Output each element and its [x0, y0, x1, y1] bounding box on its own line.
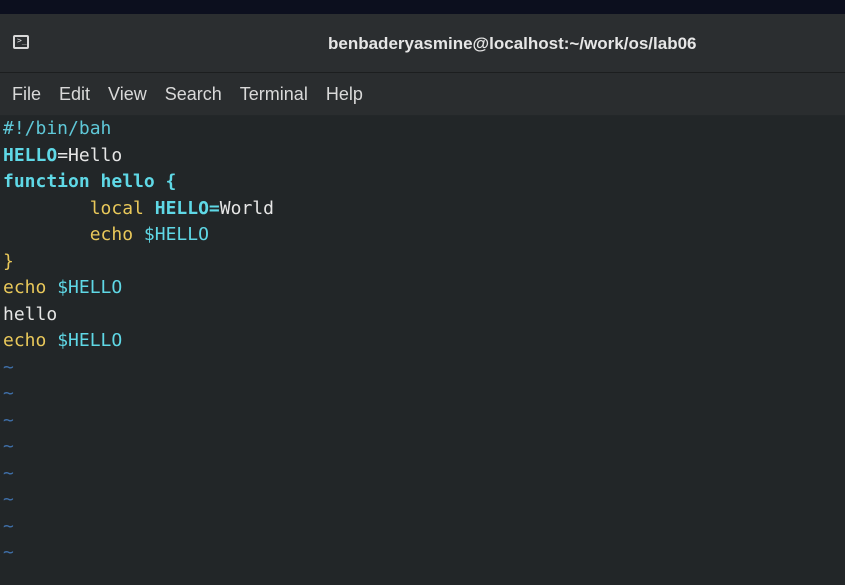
- empty-line-marker: ~: [3, 383, 14, 404]
- editor-area[interactable]: #!/bin/bah HELLO=Hello function hello { lo…: [0, 116, 845, 585]
- code-token: hello: [3, 303, 58, 325]
- empty-line-marker: ~: [3, 489, 14, 510]
- menu-terminal[interactable]: Terminal: [240, 84, 308, 105]
- empty-line-marker: ~: [3, 436, 14, 457]
- code-token: echo: [3, 330, 58, 351]
- code-token: #!/bin/bah: [3, 118, 112, 139]
- code-token: $HELLO: [57, 277, 123, 298]
- empty-line-marker: ~: [3, 409, 14, 431]
- terminal-window: >_ benbaderyasmine@localhost:~/work/os/l…: [0, 0, 845, 585]
- empty-line-marker: ~: [3, 356, 14, 378]
- menubar: File Edit View Search Terminal Help: [0, 73, 845, 115]
- menu-file[interactable]: File: [12, 84, 41, 105]
- code-token: World: [219, 197, 274, 219]
- code-line: function hello {: [0, 169, 845, 196]
- menu-view[interactable]: View: [108, 84, 147, 105]
- code-token: function hello {: [3, 171, 177, 192]
- code-line: echo $HELLO: [0, 275, 845, 302]
- code-line: echo $HELLO: [0, 222, 845, 249]
- code-token: echo: [89, 224, 144, 245]
- window-title: benbaderyasmine@localhost:~/work/os/lab0…: [328, 34, 697, 53]
- menu-search[interactable]: Search: [165, 84, 222, 105]
- code-token: }: [3, 250, 14, 272]
- desktop-top-strip: [0, 0, 845, 14]
- code-token: local: [89, 197, 155, 219]
- code-token: HELLO: [3, 144, 58, 166]
- code-line: #!/bin/bah: [0, 116, 845, 143]
- code-line: }: [0, 249, 845, 276]
- code-line: echo $HELLO: [0, 328, 845, 355]
- code-token: echo: [3, 277, 58, 298]
- empty-line-marker: ~: [3, 515, 14, 537]
- terminal-icon: >_: [13, 35, 29, 49]
- code-line: hello: [0, 302, 845, 329]
- empty-line-marker: ~: [3, 542, 14, 563]
- empty-line-marker: ~: [3, 462, 14, 484]
- titlebar[interactable]: >_ benbaderyasmine@localhost:~/work/os/l…: [0, 14, 845, 73]
- code-token: $HELLO: [143, 224, 209, 245]
- code-line: HELLO=Hello: [0, 143, 845, 170]
- menu-help[interactable]: Help: [326, 84, 363, 105]
- code-line: local HELLO=World: [0, 196, 845, 223]
- code-token: =Hello: [57, 144, 123, 166]
- code-token: HELLO=: [154, 197, 220, 219]
- code-token: $HELLO: [57, 330, 123, 351]
- menu-edit[interactable]: Edit: [59, 84, 90, 105]
